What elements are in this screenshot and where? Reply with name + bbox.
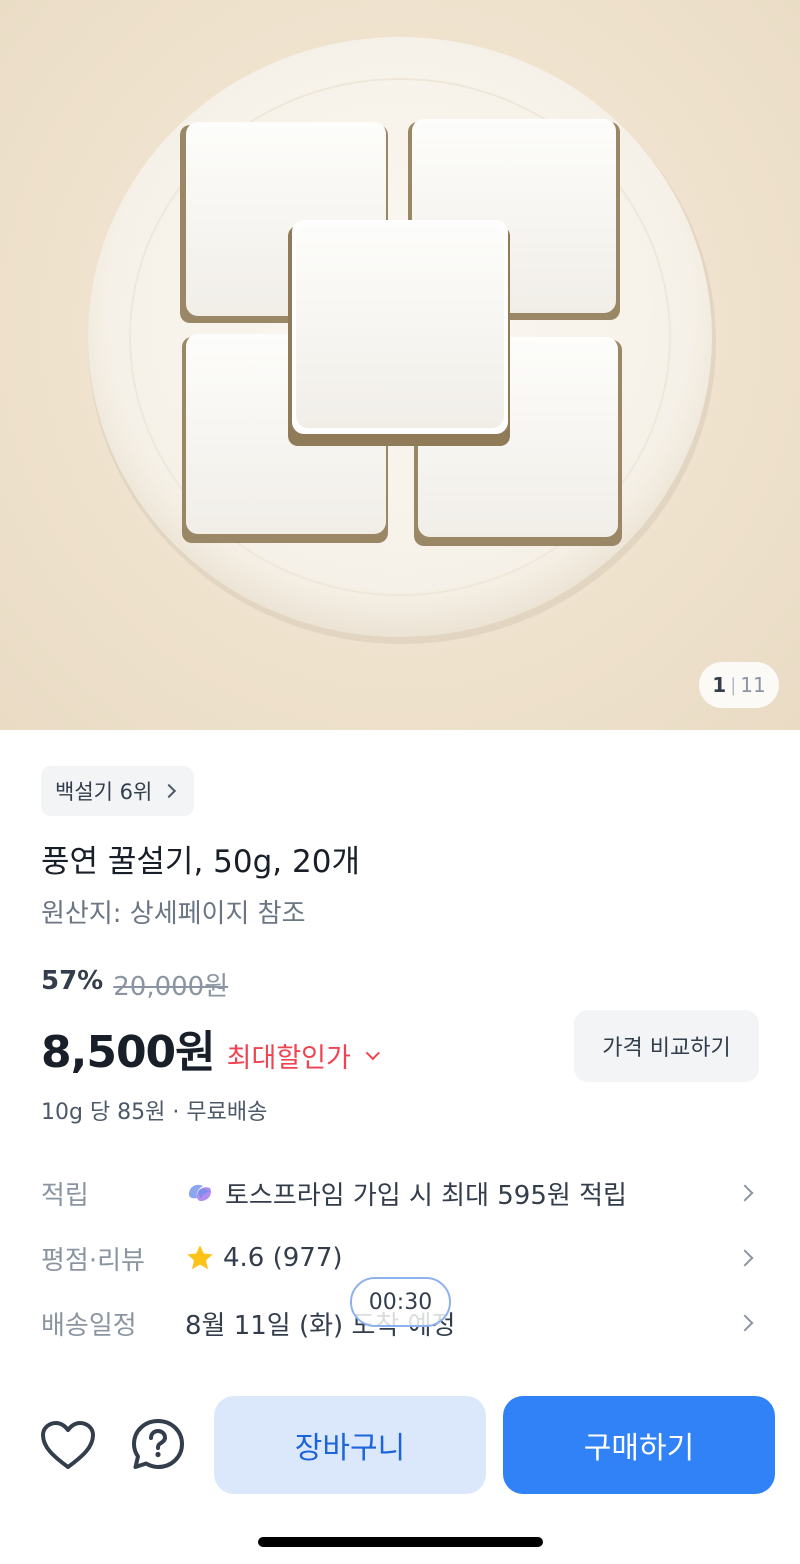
compare-price-button[interactable]: 가격 비교하기: [574, 1010, 759, 1082]
info-label-points: 적립: [41, 1180, 89, 1211]
info-value-rating: 4.6 (977): [185, 1243, 739, 1273]
info-value-points: 토스프라임 가입 시 최대 595원 적립: [185, 1175, 739, 1212]
info-text-points: 토스프라임 가입 시 최대 595원 적립: [225, 1180, 627, 1211]
product-title: 풍연 꿀설기, 50g, 20개: [41, 844, 360, 880]
info-row-rating[interactable]: 평점·리뷰 4.6 (977): [41, 1233, 761, 1283]
question-chat-icon: [132, 1419, 184, 1469]
info-label-delivery: 배송일정: [41, 1310, 137, 1341]
info-value-delivery: 8월 11일 (화) 도착 예정: [185, 1305, 739, 1342]
chevron-right-icon: [736, 1249, 754, 1267]
image-counter-divider: |: [730, 674, 737, 696]
product-origin: 원산지: 상세페이지 참조: [41, 899, 306, 929]
info-row-points[interactable]: 적립 토스프라임 가입 시 최대 595원 적립: [41, 1168, 761, 1218]
original-price: 20,000원: [113, 972, 229, 1002]
prime-icon: [189, 1184, 211, 1201]
unit-price-shipping: 10g 당 85원 · 무료배송: [41, 1100, 268, 1125]
chevron-right-icon: [736, 1184, 754, 1202]
inquiry-button[interactable]: [128, 1415, 188, 1475]
chevron-right-icon: [736, 1314, 754, 1332]
heart-icon: [41, 1421, 95, 1469]
price-row: 8,500원 최대할인가: [41, 1016, 380, 1080]
ranking-label: 백설기 6위: [55, 780, 153, 804]
discount-row: 57% 20,000원: [41, 966, 228, 1003]
buy-now-button[interactable]: 구매하기: [503, 1396, 775, 1494]
discount-rate: 57%: [41, 966, 104, 996]
info-text-rating: 4.6 (977): [223, 1243, 343, 1273]
final-price: 8,500원: [41, 1027, 216, 1078]
image-counter-current: 1: [712, 673, 727, 697]
timer-badge: 00:30: [350, 1277, 451, 1327]
chevron-right-icon: [162, 783, 177, 799]
chevron-down-icon: [365, 1045, 380, 1060]
ranking-chip[interactable]: 백설기 6위: [41, 766, 195, 816]
star-icon: [187, 1245, 213, 1270]
product-photo: [88, 37, 716, 644]
home-indicator: [258, 1537, 543, 1547]
add-to-cart-button[interactable]: 장바구니: [214, 1396, 486, 1494]
wishlist-button[interactable]: [38, 1415, 98, 1475]
max-discount-toggle[interactable]: 최대할인가: [226, 1036, 380, 1075]
product-image[interactable]: 1 | 11: [0, 0, 800, 730]
image-counter-total: 11: [740, 673, 766, 697]
image-counter: 1 | 11: [699, 662, 779, 708]
info-label-rating: 평점·리뷰: [41, 1245, 145, 1276]
max-discount-label: 최대할인가: [226, 1043, 351, 1074]
